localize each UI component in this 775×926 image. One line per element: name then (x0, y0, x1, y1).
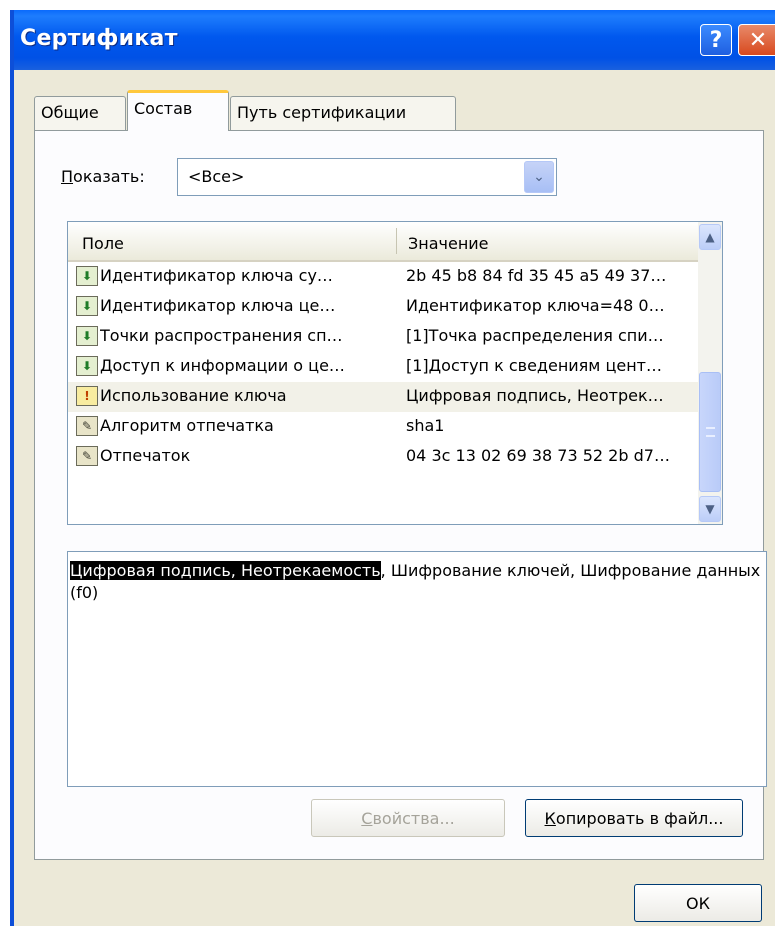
row-field: Идентификатор ключа су… (100, 266, 333, 285)
vertical-scrollbar[interactable]: ▲ ▼ (698, 222, 722, 524)
chevron-down-icon[interactable]: ⌄ (524, 161, 554, 193)
copy-to-file-button[interactable]: Копировать в файл... (525, 799, 743, 837)
help-button[interactable]: ? (700, 24, 732, 56)
tab-certification-path[interactable]: Путь сертификации (230, 96, 456, 130)
title-bar[interactable]: Сертификат ? ✕ (14, 10, 775, 70)
scroll-up-icon[interactable]: ▲ (699, 224, 721, 250)
ok-button[interactable]: ОК (634, 884, 762, 922)
list-item[interactable]: ⬇ Точки распространения сп… [1]Точка рас… (68, 322, 700, 352)
property-icon: ✎ (76, 416, 98, 436)
row-value: [1]Точка распределения спи… (406, 326, 664, 345)
fields-list[interactable]: Поле Значение ⬇ Идентификатор ключа су… … (67, 221, 723, 525)
column-divider[interactable] (396, 228, 397, 254)
list-item[interactable]: ⬇ Идентификатор ключа су… 2b 45 b8 84 fd… (68, 262, 700, 292)
row-field: Доступ к информации о це… (100, 356, 345, 375)
row-value: 2b 45 b8 84 fd 35 45 a5 49 37… (406, 266, 667, 285)
show-select-value: <Все> (188, 167, 245, 186)
row-value: [1]Доступ к сведениям цент… (406, 356, 662, 375)
extension-icon: ⬇ (76, 266, 98, 286)
row-value: Цифровая подпись, Неотрек… (406, 386, 664, 405)
row-field: Отпечаток (100, 446, 191, 465)
column-header-value[interactable]: Значение (408, 234, 489, 253)
row-value: Идентификатор ключа=48 0… (406, 296, 665, 315)
list-item-selected[interactable]: ! Использование ключа Цифровая подпись, … (68, 382, 700, 412)
extension-icon: ⬇ (76, 296, 98, 316)
extension-icon: ⬇ (76, 326, 98, 346)
properties-label: войства... (372, 808, 455, 828)
list-header: Поле Значение (68, 222, 700, 262)
list-item[interactable]: ⬇ Идентификатор ключа це… Идентификатор … (68, 292, 700, 322)
list-item[interactable]: ⬇ Доступ к информации о це… [1]Доступ к … (68, 352, 700, 382)
copy-hotkey: К (544, 808, 556, 828)
close-button[interactable]: ✕ (738, 24, 775, 56)
scroll-down-icon[interactable]: ▼ (699, 496, 721, 522)
extension-icon: ⬇ (76, 356, 98, 376)
properties-hotkey: С (361, 808, 373, 828)
copy-label: опировать в файл... (555, 808, 724, 828)
show-label-hotkey: П (61, 167, 74, 186)
list-item[interactable]: ✎ Отпечаток 04 3c 13 02 69 38 73 52 2b d… (68, 442, 700, 472)
value-detail-box[interactable]: Цифровая подпись, Неотрекаемость, Шифров… (67, 551, 767, 787)
grip-icon (706, 427, 715, 437)
certificate-dialog: Сертификат ? ✕ Общие Состав Путь сертифи… (10, 10, 775, 926)
properties-button[interactable]: Свойства... (311, 799, 505, 837)
selected-text: Цифровая подпись, Неотрекаемость (70, 561, 381, 580)
tab-details[interactable]: Состав (127, 90, 229, 131)
row-value: 04 3c 13 02 69 38 73 52 2b d7… (406, 446, 670, 465)
column-header-field[interactable]: Поле (82, 234, 124, 253)
show-select[interactable]: <Все> ⌄ (177, 158, 557, 196)
tab-general[interactable]: Общие (34, 96, 126, 130)
row-field: Использование ключа (100, 386, 287, 405)
details-panel: Показать: <Все> ⌄ Поле Значение ⬇ Иденти… (34, 130, 767, 860)
row-field: Идентификатор ключа це… (100, 296, 336, 315)
window-title: Сертификат (20, 26, 178, 51)
row-value: sha1 (406, 416, 445, 435)
list-rows: ⬇ Идентификатор ключа су… 2b 45 b8 84 fd… (68, 262, 700, 472)
list-item[interactable]: ✎ Алгоритм отпечатка sha1 (68, 412, 700, 442)
row-field: Точки распространения сп… (100, 326, 343, 345)
show-label-text: оказать: (73, 167, 145, 186)
critical-extension-icon: ! (76, 386, 98, 406)
scrollbar-thumb[interactable] (699, 372, 721, 492)
row-field: Алгоритм отпечатка (100, 416, 274, 435)
show-label: Показать: (61, 167, 145, 186)
property-icon: ✎ (76, 446, 98, 466)
